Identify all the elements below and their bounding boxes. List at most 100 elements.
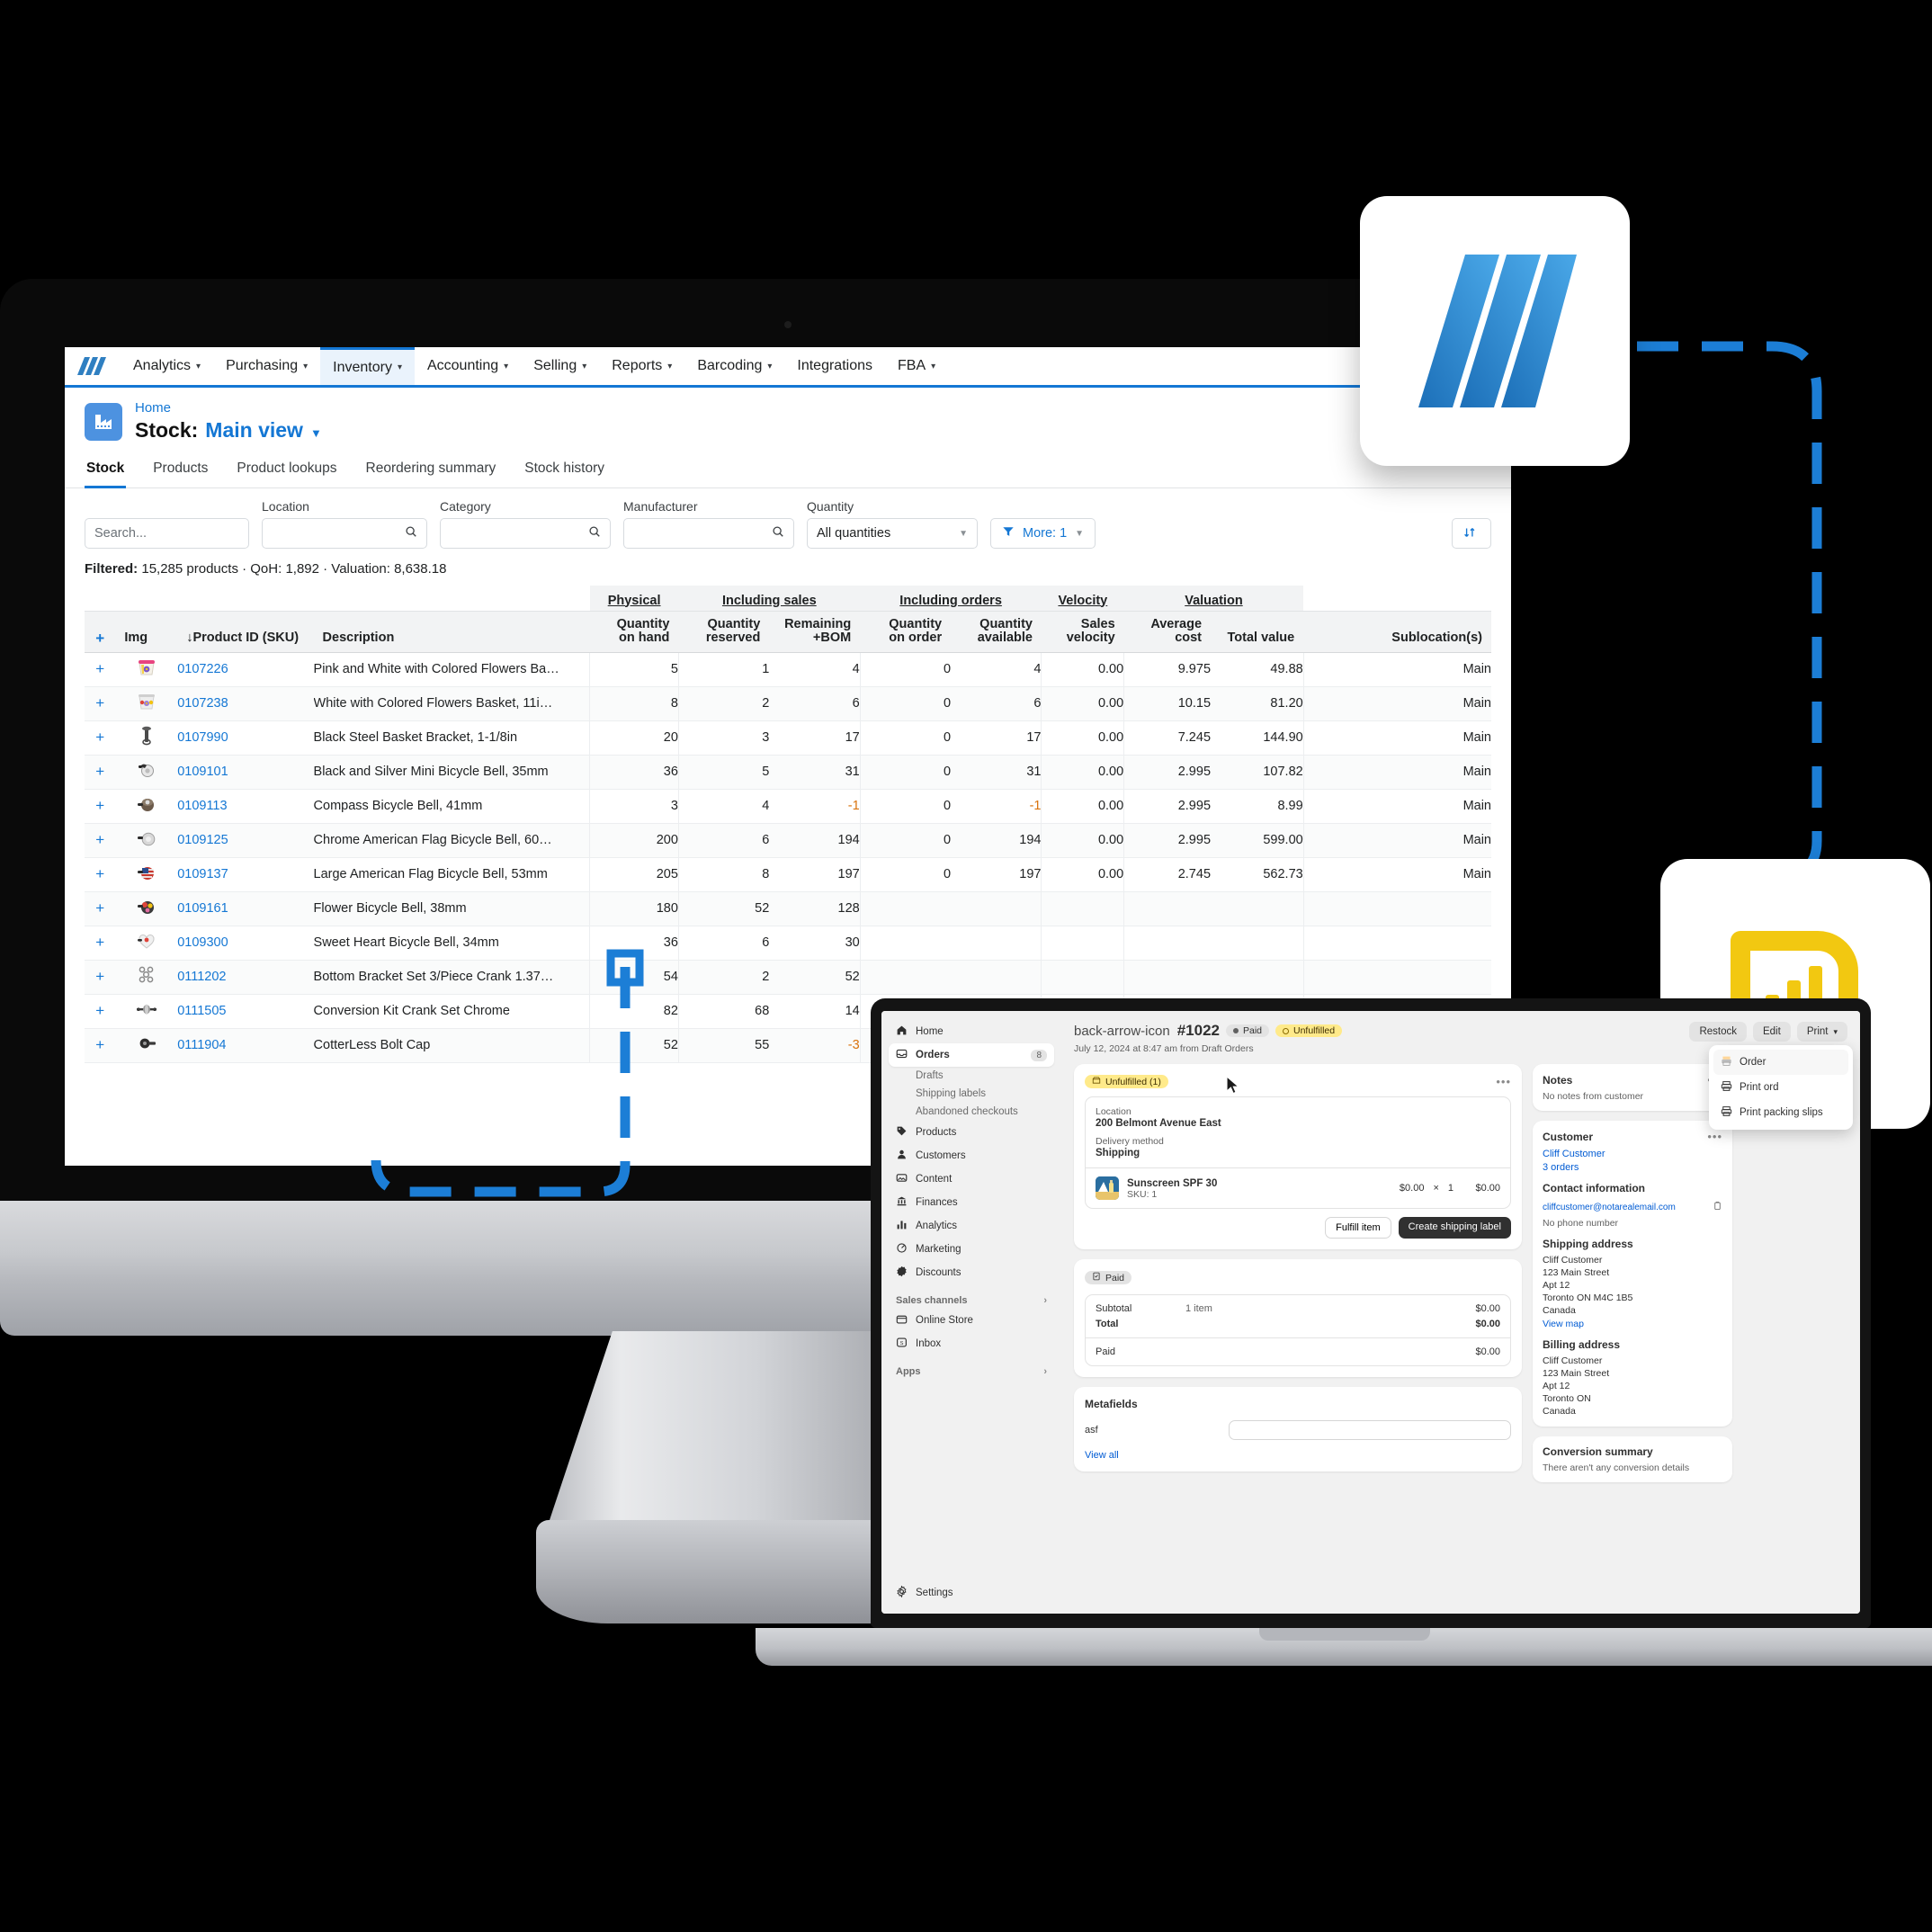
row-expand-button[interactable]: + — [85, 720, 116, 756]
sidebar-section-sales-channels[interactable]: Sales channels › — [889, 1295, 1054, 1306]
nav-item-reports[interactable]: Reports ▾ — [599, 347, 684, 385]
table-row[interactable]: + 0109137 Large American Flag Bicycle Be… — [85, 857, 1491, 892]
nav-item-fba[interactable]: FBA ▾ — [885, 347, 948, 385]
sidebar-item-online-store[interactable]: Online Store — [889, 1309, 1054, 1332]
restock-button[interactable]: Restock — [1689, 1022, 1747, 1042]
col-quantity-on-order[interactable]: Quantity on order — [860, 610, 952, 653]
tab-stock[interactable]: Stock — [85, 455, 127, 488]
metafield-input[interactable] — [1229, 1420, 1511, 1440]
product-sku-link[interactable]: 0107238 — [177, 686, 314, 721]
print-button[interactable]: Print ▾ — [1796, 1022, 1847, 1042]
sidebar-item-orders[interactable]: Orders 8 — [889, 1043, 1054, 1067]
col-sublocations[interactable]: Sublocation(s) — [1303, 610, 1491, 653]
product-sku-link[interactable]: 0109113 — [177, 789, 314, 824]
col-quantity-on-hand[interactable]: Quantity on hand — [589, 610, 679, 653]
sidebar-item-marketing[interactable]: Marketing — [889, 1238, 1054, 1261]
table-row[interactable]: + 0109101 Black and Silver Mini Bicycle … — [85, 755, 1491, 790]
settings-row[interactable]: Settings — [889, 1581, 1054, 1605]
sidebar-item-content[interactable]: Content — [889, 1167, 1054, 1191]
tab-reordering-summary[interactable]: Reordering summary — [364, 455, 498, 488]
more-filters-button[interactable]: More: 1 ▼ — [990, 518, 1096, 549]
customer-orders-link[interactable]: 3 orders — [1543, 1162, 1722, 1173]
row-expand-button[interactable]: + — [85, 755, 116, 790]
customer-email-link[interactable]: cliffcustomer@notarealemail.com — [1543, 1203, 1676, 1212]
search-input[interactable]: Search... — [85, 518, 249, 549]
sidebar-item-products[interactable]: Products — [889, 1121, 1054, 1144]
location-input[interactable] — [262, 518, 427, 549]
view-map-link[interactable]: View map — [1543, 1319, 1722, 1329]
create-shipping-label-button[interactable]: Create shipping label — [1398, 1217, 1511, 1239]
row-expand-button[interactable]: + — [85, 926, 116, 961]
row-expand-button[interactable]: + — [85, 857, 116, 892]
manufacturer-input[interactable] — [623, 518, 794, 549]
view-selector[interactable]: Main view — [205, 418, 303, 443]
edit-button[interactable]: Edit — [1752, 1022, 1791, 1042]
product-sku-link[interactable]: 0111505 — [177, 994, 314, 1029]
copy-icon[interactable] — [1713, 1199, 1722, 1215]
sidebar-item-analytics[interactable]: Analytics — [889, 1214, 1054, 1238]
tab-product-lookups[interactable]: Product lookups — [235, 455, 338, 488]
table-row[interactable]: + 0109125 Chrome American Flag Bicycle B… — [85, 823, 1491, 858]
col-average-cost[interactable]: Average cost — [1123, 610, 1212, 653]
nav-item-selling[interactable]: Selling ▾ — [521, 347, 599, 385]
quantity-select[interactable]: All quantities ▼ — [807, 518, 978, 549]
tab-products[interactable]: Products — [151, 455, 210, 488]
expand-all-button[interactable]: + — [85, 610, 116, 653]
col-sku[interactable]: ↓Product ID (SKU) — [177, 610, 314, 653]
category-input[interactable] — [440, 518, 611, 549]
col-total-value[interactable]: Total value — [1211, 610, 1304, 653]
nav-item-barcoding[interactable]: Barcoding ▾ — [684, 347, 784, 385]
customer-name-link[interactable]: Cliff Customer — [1543, 1149, 1722, 1159]
row-expand-button[interactable]: + — [85, 994, 116, 1029]
row-expand-button[interactable]: + — [85, 686, 116, 721]
sidebar-item-home[interactable]: Home — [889, 1020, 1054, 1043]
table-row[interactable]: + 0111202 Bottom Bracket Set 3/Piece Cra… — [85, 960, 1491, 995]
table-row[interactable]: + 0109161 Flower Bicycle Bell, 38mm 180 … — [85, 891, 1491, 926]
product-sku-link[interactable]: 0109137 — [177, 857, 314, 892]
row-expand-button[interactable]: + — [85, 891, 116, 926]
col-remaining-bom[interactable]: Remaining +BOM — [769, 610, 861, 653]
table-row[interactable]: + 0109300 Sweet Heart Bicycle Bell, 34mm… — [85, 926, 1491, 961]
product-sku-link[interactable]: 0111904 — [177, 1028, 314, 1063]
row-expand-button[interactable]: + — [85, 1028, 116, 1063]
product-sku-link[interactable]: 0109101 — [177, 755, 314, 790]
sidebar-item-customers[interactable]: Customers — [889, 1144, 1054, 1167]
product-sku-link[interactable]: 0107226 — [177, 652, 314, 687]
nav-item-inventory[interactable]: Inventory ▾ — [320, 347, 415, 385]
back-arrow-icon[interactable]: back-arrow-icon — [1074, 1023, 1170, 1040]
product-sku-link[interactable]: 0109125 — [177, 823, 314, 858]
row-expand-button[interactable]: + — [85, 789, 116, 824]
nav-item-purchasing[interactable]: Purchasing ▾ — [213, 347, 320, 385]
col-img[interactable]: Img — [115, 610, 178, 653]
fishbowl-logo[interactable] — [65, 347, 121, 385]
customer-more-icon[interactable]: ••• — [1707, 1130, 1722, 1143]
row-expand-button[interactable]: + — [85, 652, 116, 687]
product-sku-link[interactable]: 0107990 — [177, 720, 314, 756]
col-description[interactable]: Description — [313, 610, 590, 653]
sidebar-item-discounts[interactable]: Discounts — [889, 1261, 1054, 1284]
sidebar-subitem-shipping-labels[interactable]: Shipping labels — [889, 1085, 1054, 1103]
product-sku-link[interactable]: 0109161 — [177, 891, 314, 926]
table-row[interactable]: + 0107990 Black Steel Basket Bracket, 1-… — [85, 720, 1491, 756]
table-row[interactable]: + 0109113 Compass Bicycle Bell, 41mm 3 4… — [85, 789, 1491, 824]
col-quantity-reserved[interactable]: Quantity reserved — [678, 610, 770, 653]
chevron-down-icon[interactable]: ▼ — [310, 426, 322, 440]
product-sku-link[interactable]: 0111202 — [177, 960, 314, 995]
nav-item-analytics[interactable]: Analytics ▾ — [121, 347, 213, 385]
fulfillment-more-icon[interactable]: ••• — [1496, 1075, 1511, 1088]
fulfill-item-button[interactable]: Fulfill item — [1325, 1217, 1391, 1239]
sidebar-item-inbox[interactable]: S Inbox — [889, 1332, 1054, 1355]
menu-item-print-order[interactable]: Print ord — [1713, 1075, 1848, 1100]
col-quantity-available[interactable]: Quantity available — [951, 610, 1042, 653]
tab-stock-history[interactable]: Stock history — [523, 455, 606, 488]
sidebar-subitem-drafts[interactable]: Drafts — [889, 1067, 1054, 1085]
sidebar-section-apps[interactable]: Apps › — [889, 1366, 1054, 1377]
nav-item-accounting[interactable]: Accounting ▾ — [415, 347, 521, 385]
sidebar-item-finances[interactable]: Finances — [889, 1191, 1054, 1214]
menu-item-print-packing-slips[interactable]: Print packing slips — [1713, 1100, 1848, 1125]
table-row[interactable]: + 0107238 White with Colored Flowers Bas… — [85, 686, 1491, 721]
table-row[interactable]: + 0107226 Pink and White with Colored Fl… — [85, 652, 1491, 687]
row-expand-button[interactable]: + — [85, 823, 116, 858]
row-expand-button[interactable]: + — [85, 960, 116, 995]
product-sku-link[interactable]: 0109300 — [177, 926, 314, 961]
